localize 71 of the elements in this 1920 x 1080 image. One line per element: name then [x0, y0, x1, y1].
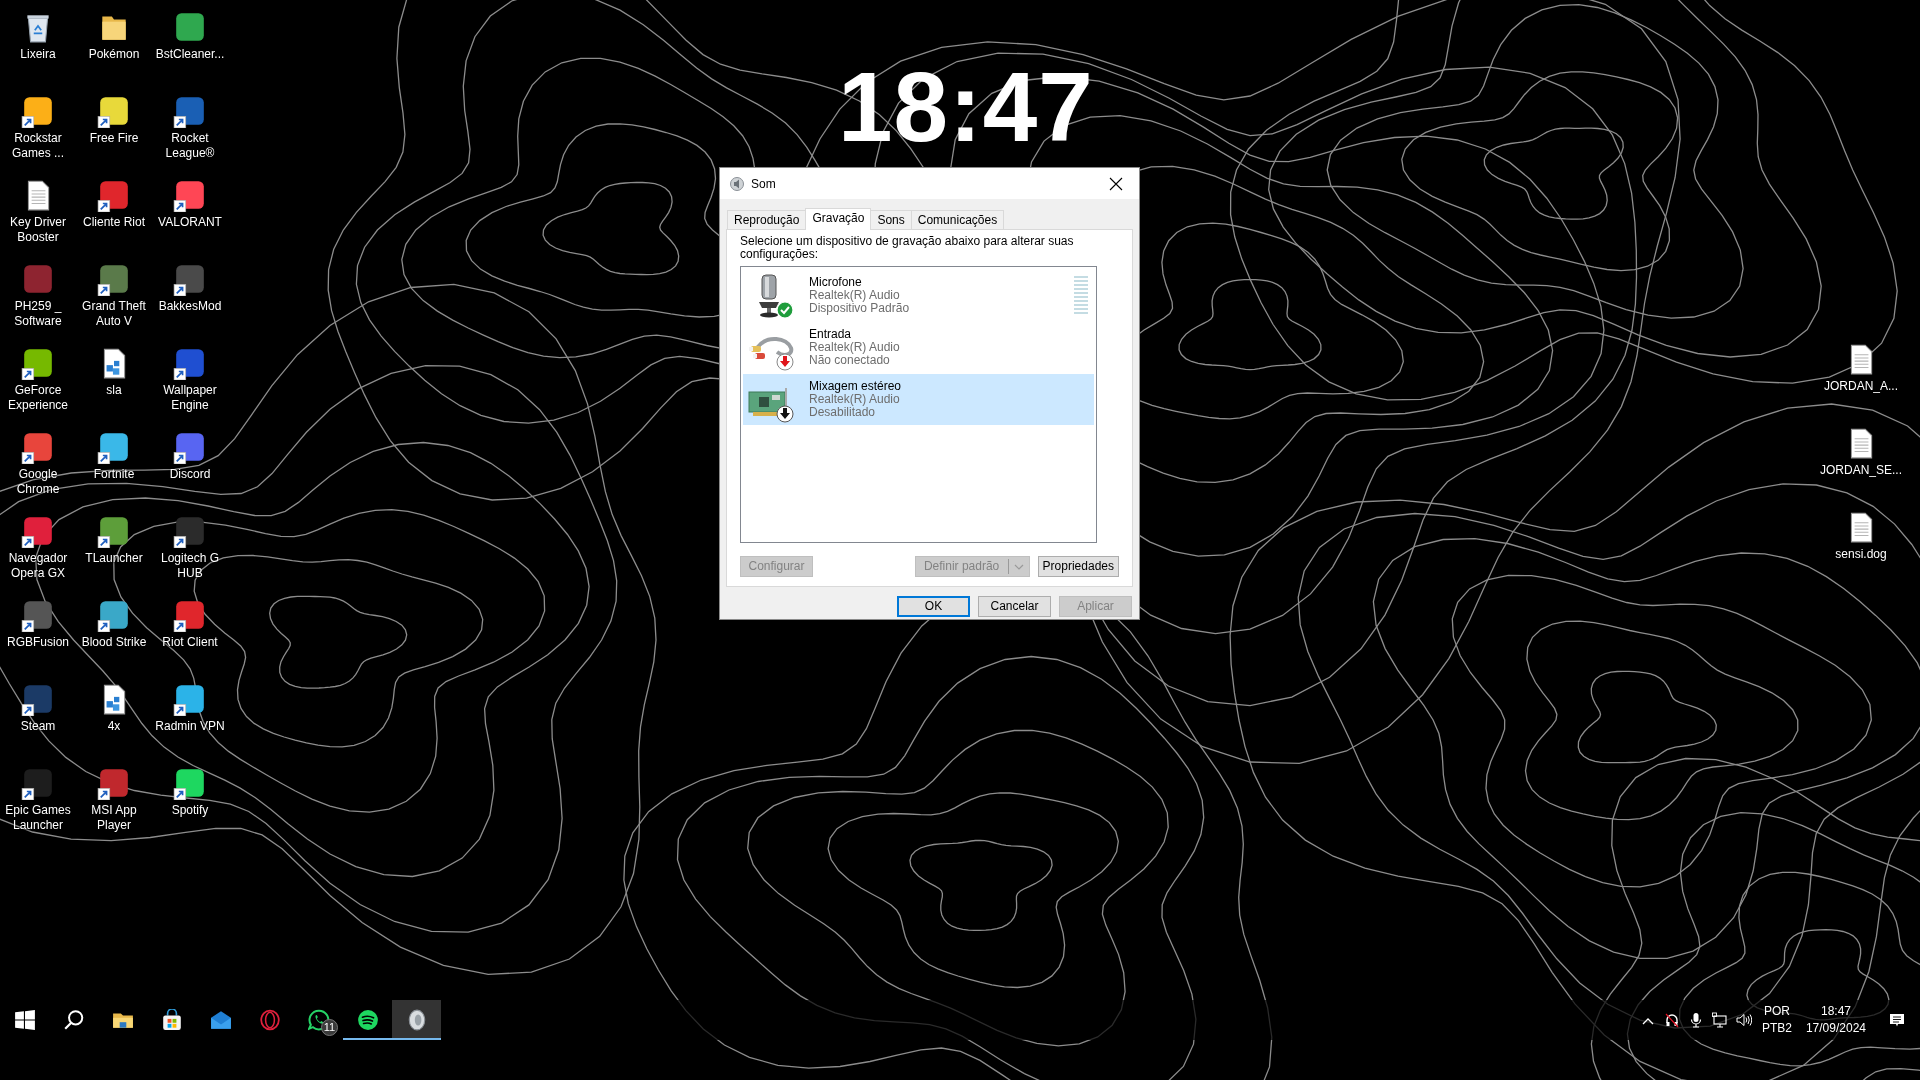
- desktop-shortcut[interactable]: RGBFusion: [0, 592, 76, 676]
- ring-icon: [258, 1009, 281, 1031]
- desktop-shortcut[interactable]: Rocket League®: [152, 88, 228, 172]
- monitor-icon: [1711, 1012, 1728, 1028]
- desktop-shortcut[interactable]: Logitech G HUB: [152, 508, 228, 592]
- desktop-shortcut[interactable]: 4x: [76, 676, 152, 760]
- headset-muted-icon: [1663, 1012, 1680, 1028]
- desktop-shortcut[interactable]: GeForce Experience: [0, 340, 76, 424]
- desktop-shortcut[interactable]: Navegador Opera GX: [0, 508, 76, 592]
- search-icon: [62, 1009, 85, 1031]
- close-icon: [1109, 176, 1123, 191]
- desktop-shortcut[interactable]: Spotify: [152, 760, 228, 844]
- desktop-shortcut[interactable]: BstCleaner...: [152, 4, 228, 88]
- device-row[interactable]: Microfone Realtek(R) Audio Dispositivo Padrão: [743, 270, 1094, 321]
- envelope-icon: [209, 1009, 232, 1031]
- tab[interactable]: Reprodução: [727, 210, 807, 229]
- instruction-text: Selecione um dispositivo de gravação abaixo para alterar suas configurações:: [740, 235, 1075, 261]
- device-driver: Realtek(R) Audio: [809, 393, 901, 406]
- desktop-shortcut[interactable]: Wallpaper Engine: [152, 340, 228, 424]
- desktop-shortcut[interactable]: sensi.dog: [1823, 504, 1899, 588]
- device-driver: Realtek(R) Audio: [809, 289, 901, 302]
- sound-waves-circle-icon: [356, 1009, 379, 1031]
- button[interactable]: OK: [897, 596, 970, 617]
- desktop-shortcut[interactable]: Lixeira: [0, 4, 76, 88]
- device-name: Entrada: [809, 328, 853, 341]
- window-title: Som: [751, 175, 776, 193]
- desktop-shortcut[interactable]: Cliente Riot: [76, 172, 152, 256]
- device-row[interactable]: Mixagem estéreo Realtek(R) Audio Desabilitado: [743, 374, 1094, 425]
- desktop-shortcut[interactable]: TLauncher: [76, 508, 152, 592]
- button[interactable]: Cancelar: [978, 596, 1051, 617]
- device-driver: Realtek(R) Audio: [809, 341, 900, 354]
- speaker-icon: [1735, 1012, 1752, 1028]
- desktop-shortcut[interactable]: Riot Client: [152, 592, 228, 676]
- desktop-shortcut[interactable]: BakkesMod: [152, 256, 228, 340]
- device-row[interactable]: Entrada Realtek(R) Audio Não conectado: [743, 322, 1094, 373]
- desktop-shortcut[interactable]: Fortnite: [76, 424, 152, 508]
- wallpaper-clock: 18:47: [838, 58, 1094, 156]
- desktop-shortcut[interactable]: Grand Theft Auto V: [76, 256, 152, 340]
- device-name: Mixagem estéreo: [809, 380, 902, 393]
- taskbar-button[interactable]: [392, 1000, 441, 1040]
- button[interactable]: Propriedades: [1037, 556, 1119, 577]
- speaker-icon: [729, 175, 745, 192]
- desktop-shortcut[interactable]: MSI App Player: [76, 760, 152, 844]
- shopping-bag-icon: [160, 1009, 183, 1031]
- desktop-shortcut[interactable]: Radmin VPN: [152, 676, 228, 760]
- notification-count: 11: [321, 1019, 338, 1036]
- device-status: Dispositivo Padrão: [809, 302, 910, 315]
- desktop-shortcut[interactable]: Pokémon: [76, 4, 152, 88]
- desktop-shortcut[interactable]: PH259 _ Software: [0, 256, 76, 340]
- desktop-shortcut[interactable]: sla: [76, 340, 152, 424]
- message-icon: [1888, 1012, 1906, 1028]
- taskbar-clock[interactable]: 18:47 17/09/2024: [1797, 1000, 1874, 1040]
- desktop-shortcut[interactable]: Epic Games Launcher: [0, 760, 76, 844]
- desktop-shortcut[interactable]: Rockstar Games ...: [0, 88, 76, 172]
- device-status: Desabilitado: [809, 406, 877, 419]
- tab[interactable]: Gravação: [805, 208, 872, 230]
- tab[interactable]: Comunicações: [910, 210, 1005, 229]
- desktop-shortcut[interactable]: VALORANT: [152, 172, 228, 256]
- desktop-shortcut[interactable]: Key Driver Booster: [0, 172, 76, 256]
- desktop-shortcut[interactable]: Steam: [0, 676, 76, 760]
- desktop-shortcut[interactable]: Free Fire: [76, 88, 152, 172]
- device-status: Não conectado: [809, 354, 891, 367]
- device-name: Microfone: [809, 276, 863, 289]
- desktop-shortcut[interactable]: Google Chrome: [0, 424, 76, 508]
- desktop-shortcut[interactable]: Discord: [152, 424, 228, 508]
- desktop-shortcut[interactable]: Blood Strike: [76, 592, 152, 676]
- taskbar-button[interactable]: 11: [294, 1000, 343, 1040]
- caret-icon: [1013, 563, 1024, 570]
- desktop-shortcut[interactable]: JORDAN_A...: [1823, 336, 1899, 420]
- windows-logo-icon: [13, 1009, 36, 1031]
- language-indicator[interactable]: POR PTB2: [1755, 1000, 1798, 1040]
